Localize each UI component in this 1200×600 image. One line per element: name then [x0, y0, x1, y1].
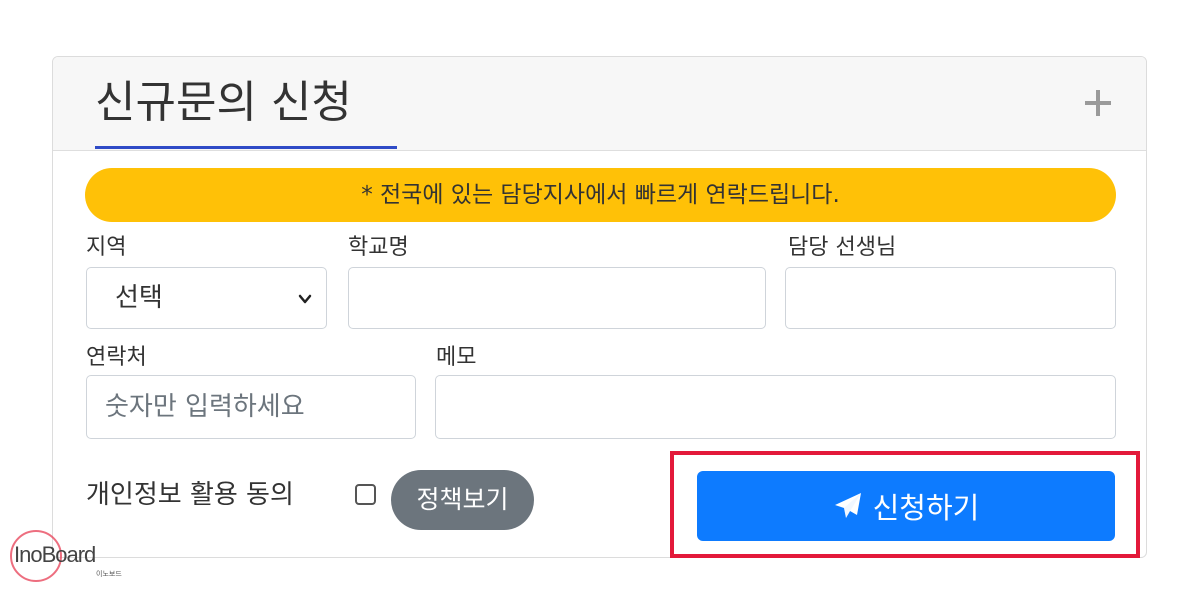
page-title: 신규문의 신청: [95, 73, 397, 149]
phone-label: 연락처: [86, 345, 147, 370]
chevron-down-icon: [298, 294, 312, 304]
teacher-label: 담당 선생님: [788, 235, 897, 260]
memo-label: 메모: [436, 345, 477, 370]
memo-input[interactable]: [435, 375, 1116, 439]
logo-text: InoBoard: [14, 542, 96, 567]
school-label: 학교명: [348, 235, 409, 260]
consent-checkbox[interactable]: [355, 484, 376, 505]
submit-button-label: 신청하기: [872, 491, 980, 525]
submit-button[interactable]: 신청하기: [697, 471, 1115, 541]
logo-subtext: 이노보드: [96, 570, 122, 578]
policy-view-button[interactable]: 정책보기: [391, 470, 534, 530]
region-label: 지역: [86, 235, 127, 260]
inoboard-logo: InoBoard 이노보드: [10, 530, 140, 590]
consent-label: 개인정보 활용 동의: [86, 480, 294, 510]
phone-input[interactable]: [86, 375, 416, 439]
card-header: 신규문의 신청: [53, 57, 1146, 151]
region-select-value: 선택: [115, 283, 163, 313]
notice-banner: * 전국에 있는 담당지사에서 빠르게 연락드립니다.: [85, 168, 1116, 222]
region-select[interactable]: 선택: [86, 267, 327, 329]
paper-plane-icon: [834, 493, 861, 518]
teacher-name-input[interactable]: [785, 267, 1116, 329]
plus-icon[interactable]: [1080, 85, 1116, 121]
school-name-input[interactable]: [348, 267, 766, 329]
